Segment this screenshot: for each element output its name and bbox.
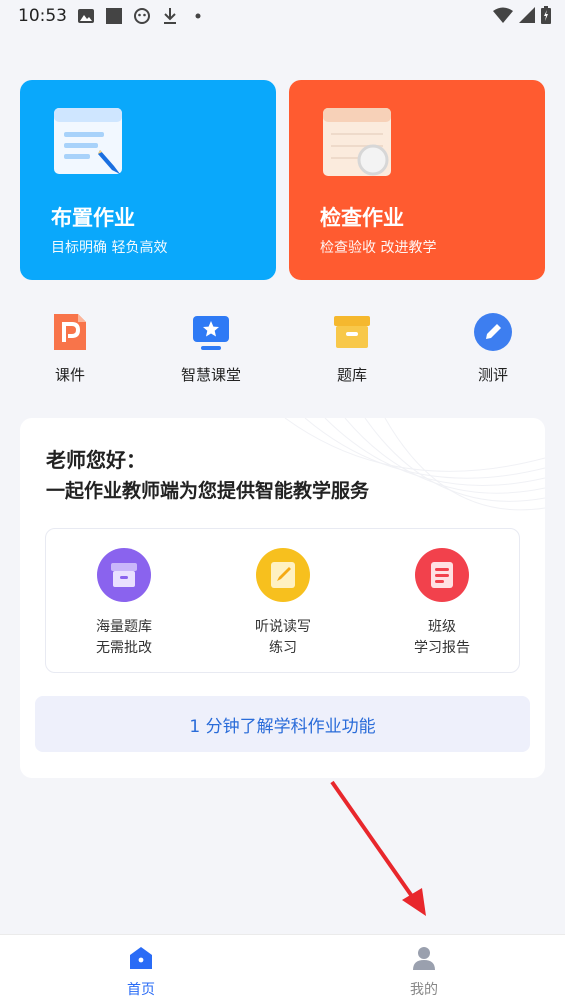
courseware-icon bbox=[50, 312, 90, 352]
assign-homework-icon bbox=[54, 108, 124, 178]
tab-label: 首页 bbox=[127, 982, 155, 998]
feature-question-bank: 海量题库 无需批改 bbox=[54, 547, 194, 659]
check-homework-title: 检查作业 bbox=[320, 206, 404, 230]
quick-nav-label: 课件 bbox=[54, 366, 85, 384]
quick-nav-label: 智慧课堂 bbox=[180, 366, 241, 384]
quick-nav-label: 题库 bbox=[336, 366, 367, 384]
check-homework-icon bbox=[323, 108, 393, 178]
download-icon bbox=[161, 7, 179, 25]
quick-nav: 课件 智慧课堂 题库 测评 bbox=[0, 308, 565, 398]
learn-homework-features-button[interactable]: 1 分钟了解学科作业功能 bbox=[35, 696, 530, 752]
profile-icon bbox=[411, 945, 437, 971]
promo-subtitle: 一起作业教师端为您提供智能教学服务 bbox=[46, 480, 370, 502]
quick-nav-question-bank[interactable]: 题库 bbox=[302, 308, 402, 385]
signal-icon bbox=[519, 7, 535, 28]
status-time: 10:53 bbox=[18, 6, 67, 26]
practice-yellow-icon bbox=[255, 547, 311, 603]
feature-label: 班级 学习报告 bbox=[414, 619, 470, 656]
tab-profile[interactable]: 我的 bbox=[384, 945, 464, 999]
feature-label: 海量题库 无需批改 bbox=[96, 619, 152, 656]
tab-home[interactable]: 首页 bbox=[101, 945, 181, 999]
tab-label: 我的 bbox=[410, 982, 438, 998]
decorative-waves bbox=[284, 418, 545, 511]
app-notification-icon bbox=[133, 7, 151, 25]
question-bank-purple-icon bbox=[96, 547, 152, 603]
smart-classroom-icon bbox=[191, 312, 231, 352]
assessment-icon bbox=[473, 312, 513, 352]
status-bar: 10:53 bbox=[0, 0, 565, 32]
feature-label: 听说读写 练习 bbox=[255, 619, 311, 656]
square-notification-icon bbox=[105, 7, 123, 25]
check-homework-card[interactable]: 检查作业 检查验收 改进教学 bbox=[289, 80, 545, 280]
wifi-icon bbox=[493, 7, 513, 28]
quick-nav-assessment[interactable]: 测评 bbox=[443, 308, 543, 385]
quick-nav-courseware[interactable]: 课件 bbox=[20, 308, 120, 385]
quick-nav-smart-classroom[interactable]: 智慧课堂 bbox=[161, 308, 261, 385]
battery-icon bbox=[541, 6, 551, 29]
feature-practice: 听说读写 练习 bbox=[213, 547, 353, 659]
feature-report: 班级 学习报告 bbox=[372, 547, 512, 659]
assign-homework-card[interactable]: 布置作业 目标明确 轻负高效 bbox=[20, 80, 276, 280]
dot-icon bbox=[189, 7, 207, 25]
bottom-tab-bar: 首页 我的 bbox=[0, 934, 565, 1004]
check-homework-subtitle: 检查验收 改进教学 bbox=[320, 240, 437, 256]
report-red-icon bbox=[414, 547, 470, 603]
home-icon bbox=[128, 945, 154, 971]
promo-panel: 老师您好： 一起作业教师端为您提供智能教学服务 海量题库 无需批改 听说读写 练… bbox=[20, 418, 545, 778]
annotation-arrow bbox=[330, 780, 426, 916]
feature-box: 海量题库 无需批改 听说读写 练习 班级 学习报告 bbox=[45, 528, 520, 673]
quick-nav-label: 测评 bbox=[477, 366, 508, 384]
question-bank-icon bbox=[332, 312, 372, 352]
assign-homework-title: 布置作业 bbox=[51, 206, 135, 230]
promo-greeting: 老师您好： bbox=[46, 448, 146, 472]
assign-homework-subtitle: 目标明确 轻负高效 bbox=[51, 240, 168, 256]
image-notification-icon bbox=[77, 7, 95, 25]
